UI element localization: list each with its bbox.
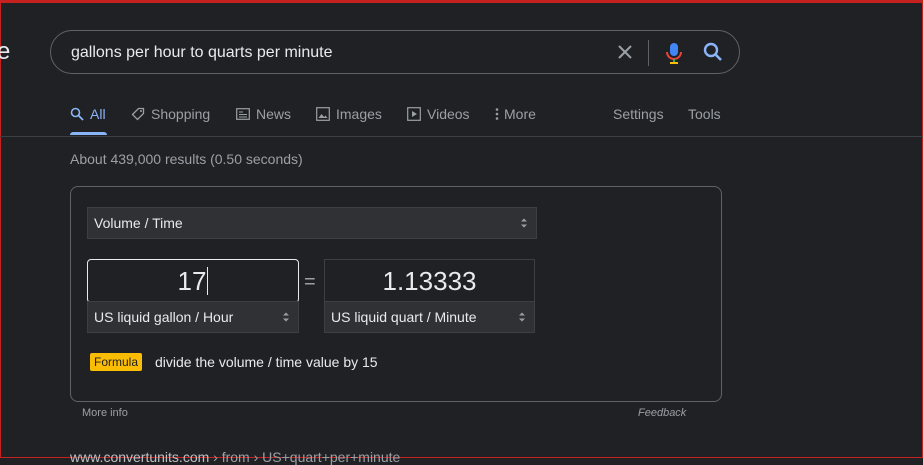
tag-icon (131, 107, 145, 121)
result-stats: About 439,000 results (0.50 seconds) (70, 151, 303, 167)
tab-news-label: News (256, 106, 292, 122)
to-unit-value: US liquid quart / Minute (331, 309, 477, 325)
from-value-input[interactable]: 17 (87, 259, 299, 303)
tabs-divider (0, 136, 923, 137)
search-icon (70, 107, 84, 121)
tab-all[interactable]: All (70, 104, 106, 124)
tab-all-label: All (90, 106, 106, 122)
select-arrows-icon (283, 312, 289, 322)
tools-link[interactable]: Tools (688, 104, 721, 124)
quantity-select[interactable]: Volume / Time (87, 207, 537, 239)
tab-shopping-label: Shopping (151, 106, 211, 122)
next-result-citation[interactable]: www.convertunits.com › from › US+quart+p… (70, 449, 400, 465)
result-site: www.convertunits.com (70, 449, 210, 465)
clear-icon[interactable] (614, 41, 636, 63)
logo-fragment: e (0, 38, 11, 65)
tab-news[interactable]: News (236, 104, 291, 124)
unit-converter-card: Volume / Time 17 = 1.13333 US liquid gal… (70, 186, 722, 402)
tab-images[interactable]: Images (316, 104, 382, 124)
search-tabs: All Shopping News Images Videos More Set… (0, 100, 923, 136)
search-icon[interactable] (702, 41, 724, 63)
image-icon (316, 107, 330, 121)
active-tab-indicator (70, 132, 107, 135)
search-input[interactable]: gallons per hour to quarts per minute (71, 44, 332, 62)
from-unit-select[interactable]: US liquid gallon / Hour (87, 301, 299, 333)
feedback-link[interactable]: Feedback (638, 407, 686, 419)
more-vert-icon (495, 108, 499, 120)
search-bar[interactable]: gallons per hour to quarts per minute (50, 30, 740, 74)
equals-sign: = (304, 271, 316, 293)
select-arrows-icon (519, 312, 525, 322)
from-value-text: 17 (177, 265, 207, 296)
settings-link[interactable]: Settings (613, 104, 664, 124)
quantity-select-value: Volume / Time (94, 215, 183, 231)
from-unit-value: US liquid gallon / Hour (94, 309, 234, 325)
tab-images-label: Images (336, 106, 382, 122)
to-unit-select[interactable]: US liquid quart / Minute (324, 301, 535, 333)
to-value-text: 1.13333 (382, 265, 477, 296)
microphone-icon[interactable] (663, 41, 685, 65)
tab-more-label: More (504, 106, 536, 122)
select-arrows-icon (521, 218, 527, 228)
to-value-input[interactable]: 1.13333 (324, 259, 535, 303)
text-caret (207, 267, 209, 295)
tab-shopping[interactable]: Shopping (131, 104, 210, 124)
more-info-link[interactable]: More info (82, 407, 128, 419)
result-path: › from › US+quart+per+minute (213, 449, 401, 465)
formula-text: divide the volume / time value by 15 (155, 354, 378, 370)
tab-videos-label: Videos (427, 106, 470, 122)
news-icon (236, 108, 250, 120)
tab-videos[interactable]: Videos (407, 104, 470, 124)
video-icon (407, 107, 421, 121)
search-divider (648, 40, 649, 66)
formula-badge: Formula (90, 353, 143, 371)
tab-more[interactable]: More (494, 104, 536, 124)
